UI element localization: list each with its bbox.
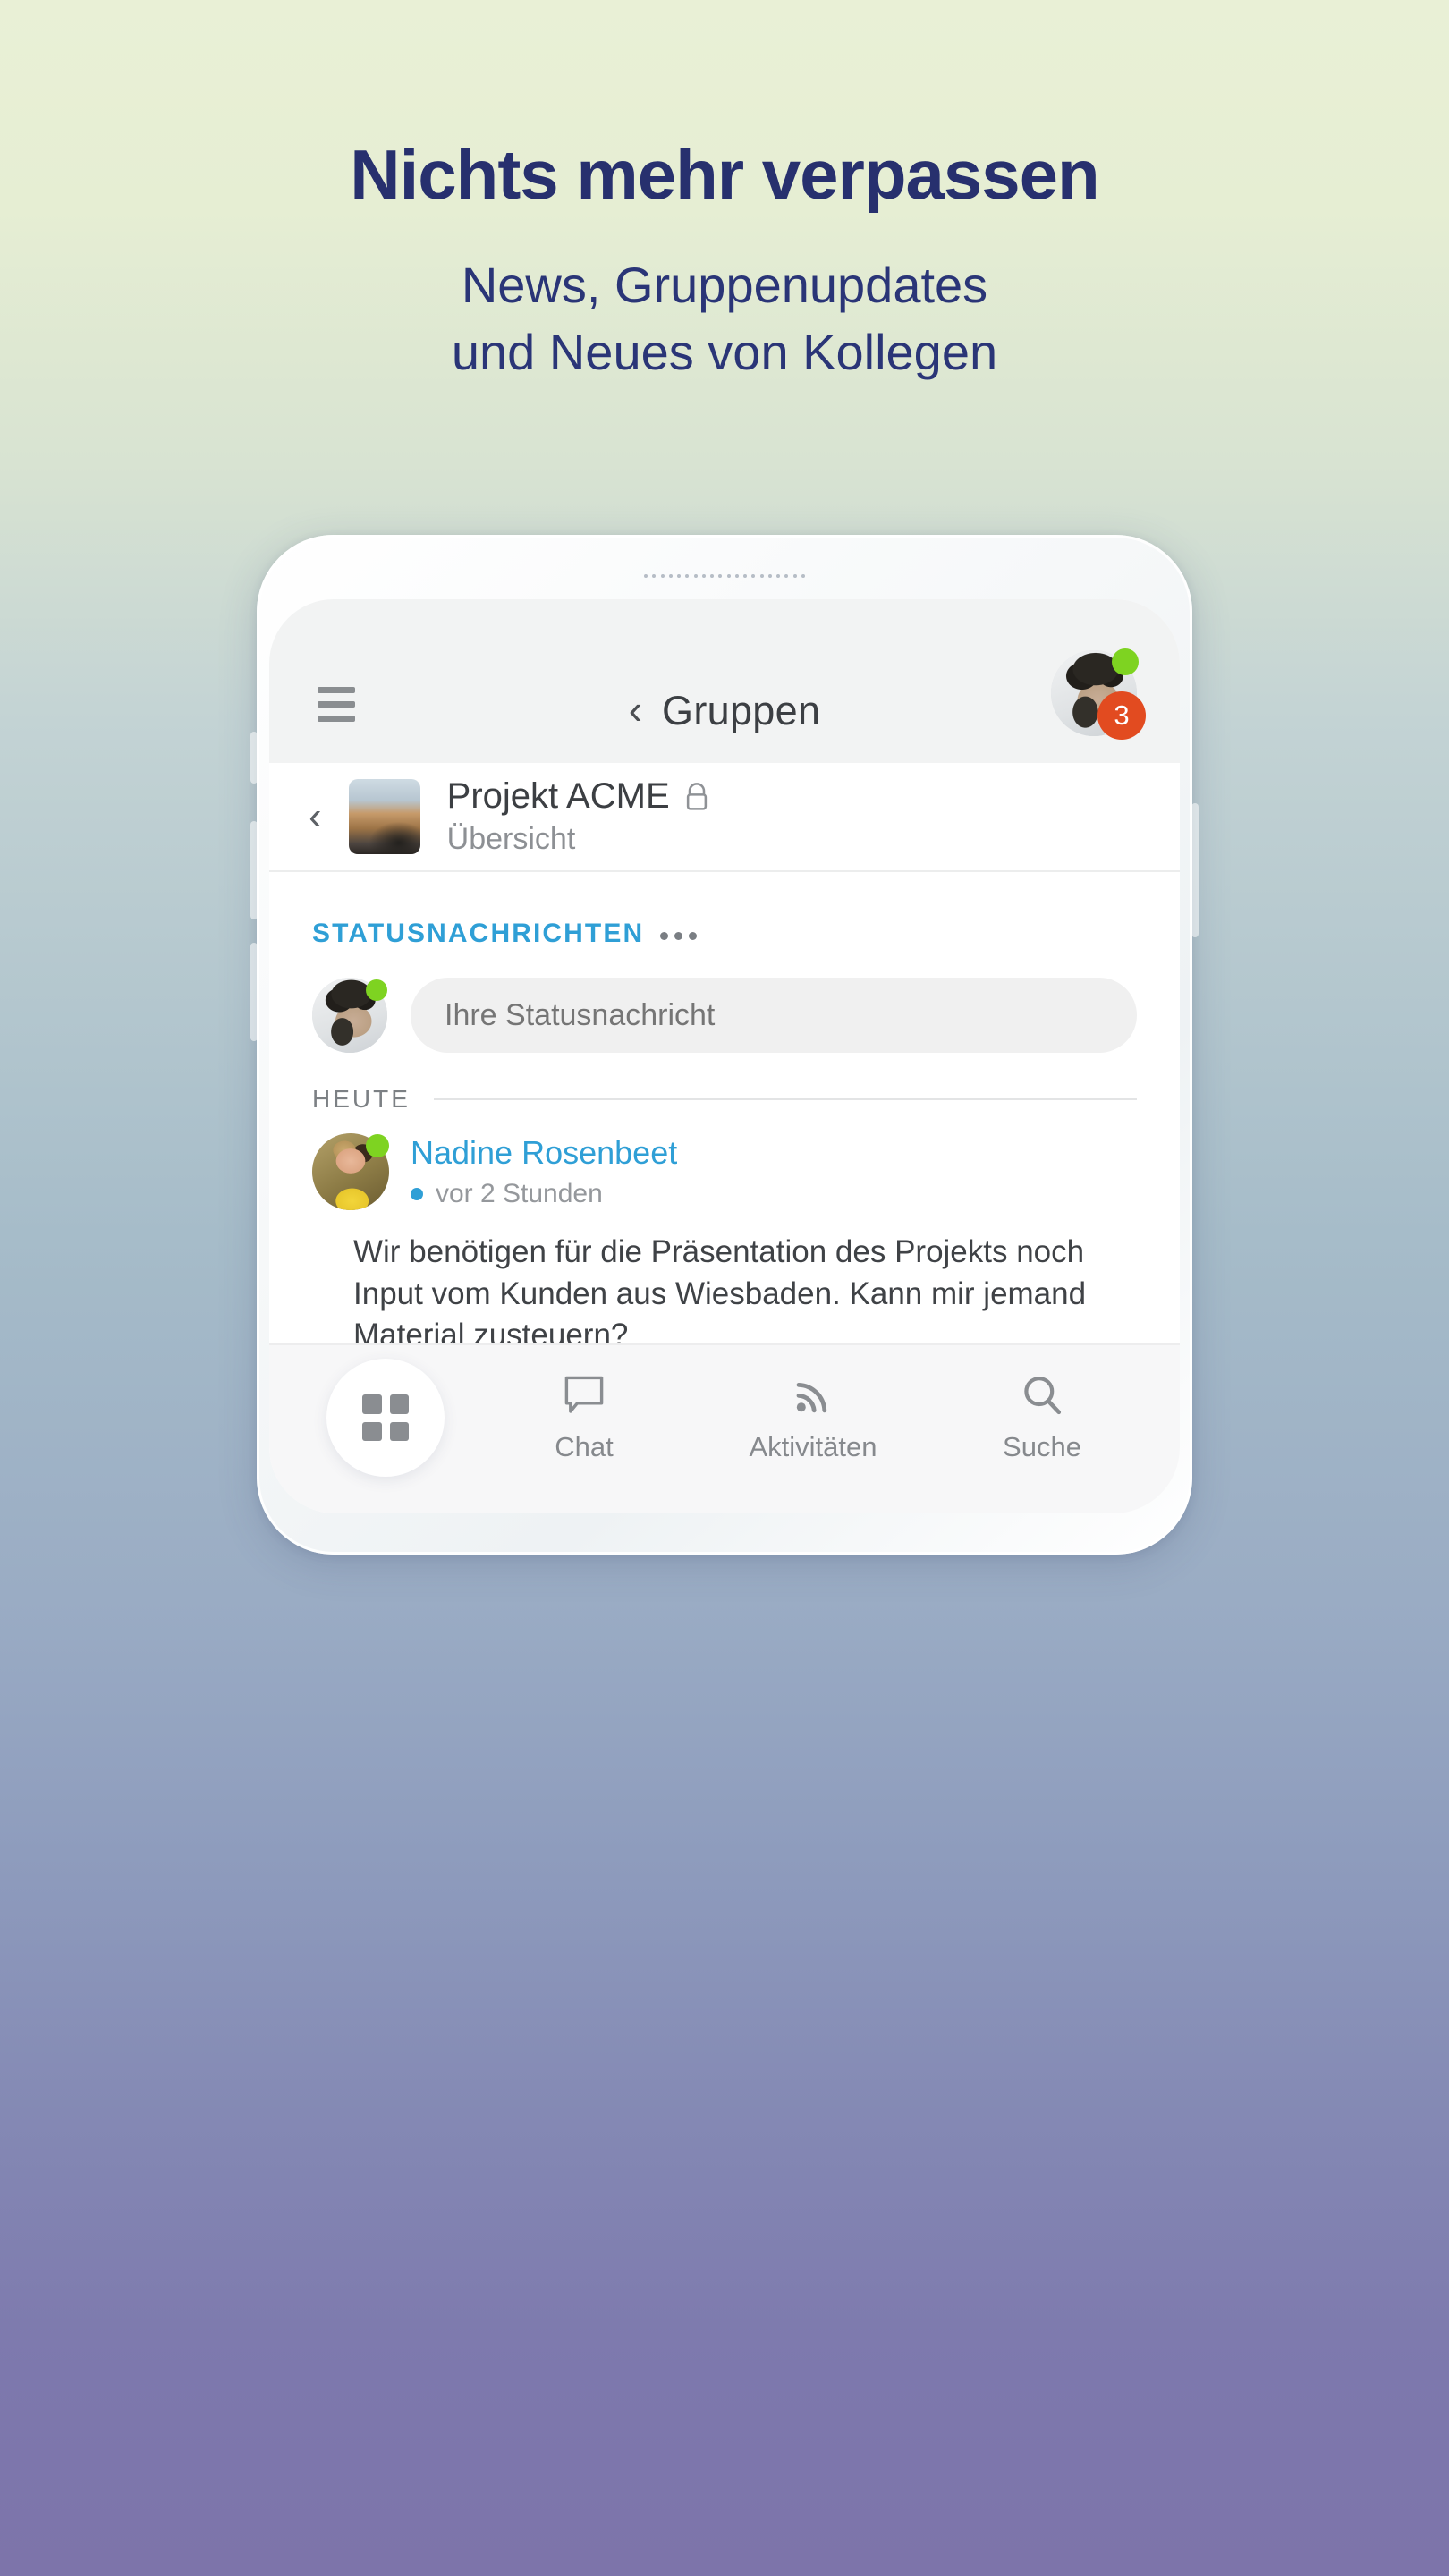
unread-dot-icon [411, 1188, 423, 1200]
day-divider-label: HEUTE [312, 1085, 411, 1113]
group-header-bar[interactable]: ‹ Projekt ACME Übersicht [269, 763, 1180, 872]
page-subtitle: News, Gruppenupdates und Neues von Kolle… [0, 251, 1449, 386]
post-author-avatar[interactable] [312, 1133, 389, 1210]
group-title-row: Projekt ACME [447, 776, 709, 817]
notification-badge[interactable]: 3 [1097, 691, 1146, 740]
status-composer[interactable] [269, 949, 1180, 1053]
search-icon [1024, 1377, 1062, 1415]
tab-label: Chat [555, 1431, 614, 1462]
phone-volume-up-button [250, 821, 258, 919]
tab-label: Aktivitäten [749, 1431, 877, 1462]
app-top-navigation-bar: ‹ Gruppen 3 [269, 599, 1180, 763]
tab-aktivitaeten[interactable]: Aktivitäten [699, 1372, 928, 1463]
composer-avatar [312, 978, 387, 1053]
post-meta: Nadine Rosenbeet vor 2 Stunden [411, 1134, 677, 1209]
feed-post[interactable]: Nadine Rosenbeet vor 2 Stunden Wir benöt… [269, 1114, 1180, 1343]
phone-volume-down-button [250, 943, 258, 1041]
phone-power-button [1191, 803, 1199, 937]
user-avatar-button[interactable]: 3 [1051, 648, 1146, 740]
chevron-left-icon[interactable]: ‹ [309, 797, 322, 836]
tab-label: Suche [1003, 1431, 1081, 1462]
page-title: Nichts mehr verpassen [350, 135, 1099, 214]
lock-icon [686, 782, 707, 810]
tab-chat[interactable]: Chat [470, 1372, 699, 1463]
status-section-header: STATUSNACHRICHTEN [269, 872, 1180, 949]
post-timestamp: vor 2 Stunden [436, 1179, 603, 1208]
presence-online-indicator [366, 979, 387, 1001]
page-subtitle-line-1: News, Gruppenupdates [461, 256, 988, 313]
group-cover-thumbnail [348, 779, 420, 854]
phone-speaker-grille [644, 572, 805, 579]
chat-bubble-icon [564, 1376, 604, 1413]
presence-online-indicator [1112, 648, 1139, 675]
status-input[interactable] [411, 978, 1137, 1053]
phone-mockup: ‹ Gruppen 3 ‹ Projekt ACME Übersicht STA… [250, 535, 1199, 1555]
post-author-name[interactable]: Nadine Rosenbeet [411, 1134, 677, 1172]
group-title: Projekt ACME [446, 776, 670, 816]
section-title: STATUSNACHRICHTEN [312, 919, 645, 948]
group-feed[interactable]: STATUSNACHRICHTEN HEUTE [269, 872, 1180, 1343]
divider-line [433, 1098, 1137, 1100]
page-subtitle-line-2: und Neues von Kollegen [451, 323, 998, 380]
presence-online-indicator [366, 1134, 389, 1157]
promo-text-block: Nichts mehr verpassen News, Gruppenupdat… [0, 135, 1449, 386]
day-divider: HEUTE [269, 1053, 1180, 1114]
post-header: Nadine Rosenbeet vor 2 Stunden [312, 1133, 1137, 1210]
grid-apps-icon [362, 1394, 409, 1441]
post-time-row: vor 2 Stunden [411, 1179, 677, 1209]
bottom-tab-bar: Chat Aktivitäten Suche [269, 1343, 1180, 1513]
nav-title: Gruppen [662, 688, 821, 733]
post-body-text: Wir benötigen für die Präsentation des P… [353, 1234, 1087, 1343]
apps-grid-button[interactable] [326, 1359, 445, 1477]
more-dots-icon[interactable] [660, 928, 698, 940]
tab-suche[interactable]: Suche [928, 1372, 1157, 1463]
group-subtitle: Übersicht [446, 822, 576, 856]
group-header-texts: Projekt ACME Übersicht [447, 776, 709, 857]
nav-title-group: ‹ Gruppen [269, 688, 1180, 734]
activity-rss-icon [796, 1383, 827, 1413]
phone-mute-switch [250, 732, 258, 784]
phone-screen: ‹ Gruppen 3 ‹ Projekt ACME Übersicht STA… [269, 599, 1180, 1513]
chevron-left-icon[interactable]: ‹ [629, 689, 642, 730]
